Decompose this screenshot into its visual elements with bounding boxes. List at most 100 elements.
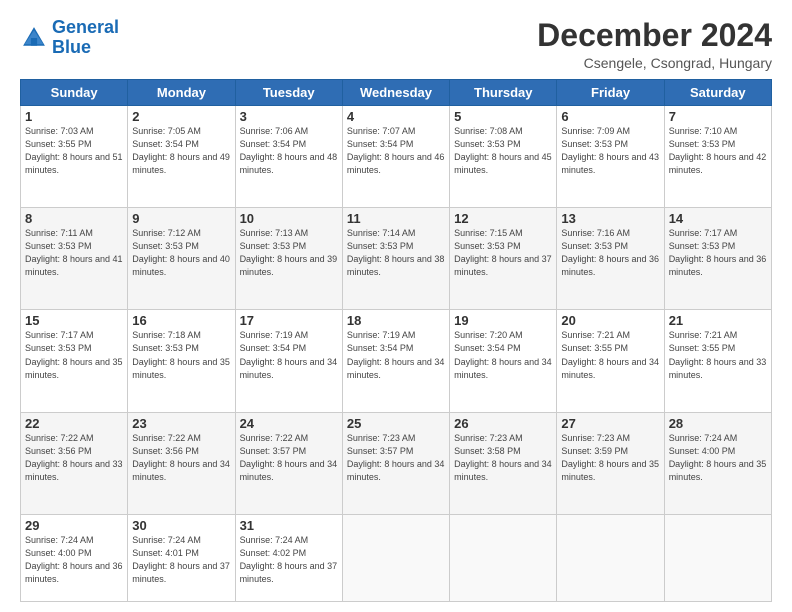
calendar-cell: 12 Sunrise: 7:15 AM Sunset: 3:53 PM Dayl… <box>450 208 557 310</box>
calendar-cell <box>450 514 557 601</box>
calendar-cell: 2 Sunrise: 7:05 AM Sunset: 3:54 PM Dayli… <box>128 106 235 208</box>
header-sunday: Sunday <box>21 80 128 106</box>
day-number: 30 <box>132 518 230 533</box>
calendar-cell: 13 Sunrise: 7:16 AM Sunset: 3:53 PM Dayl… <box>557 208 664 310</box>
day-number: 20 <box>561 313 659 328</box>
location: Csengele, Csongrad, Hungary <box>537 55 772 71</box>
calendar-cell: 26 Sunrise: 7:23 AM Sunset: 3:58 PM Dayl… <box>450 412 557 514</box>
calendar-cell <box>342 514 449 601</box>
calendar-cell: 6 Sunrise: 7:09 AM Sunset: 3:53 PM Dayli… <box>557 106 664 208</box>
logo-icon <box>20 24 48 52</box>
calendar-cell: 20 Sunrise: 7:21 AM Sunset: 3:55 PM Dayl… <box>557 310 664 412</box>
calendar-cell: 1 Sunrise: 7:03 AM Sunset: 3:55 PM Dayli… <box>21 106 128 208</box>
calendar-table: Sunday Monday Tuesday Wednesday Thursday… <box>20 79 772 602</box>
calendar-header-row: Sunday Monday Tuesday Wednesday Thursday… <box>21 80 772 106</box>
day-info: Sunrise: 7:14 AM Sunset: 3:53 PM Dayligh… <box>347 227 445 279</box>
calendar-cell: 22 Sunrise: 7:22 AM Sunset: 3:56 PM Dayl… <box>21 412 128 514</box>
day-info: Sunrise: 7:24 AM Sunset: 4:02 PM Dayligh… <box>240 534 338 586</box>
calendar-cell: 24 Sunrise: 7:22 AM Sunset: 3:57 PM Dayl… <box>235 412 342 514</box>
header-thursday: Thursday <box>450 80 557 106</box>
day-info: Sunrise: 7:17 AM Sunset: 3:53 PM Dayligh… <box>669 227 767 279</box>
day-number: 2 <box>132 109 230 124</box>
day-number: 9 <box>132 211 230 226</box>
day-info: Sunrise: 7:09 AM Sunset: 3:53 PM Dayligh… <box>561 125 659 177</box>
day-number: 26 <box>454 416 552 431</box>
day-info: Sunrise: 7:24 AM Sunset: 4:01 PM Dayligh… <box>132 534 230 586</box>
day-info: Sunrise: 7:24 AM Sunset: 4:00 PM Dayligh… <box>669 432 767 484</box>
day-number: 19 <box>454 313 552 328</box>
day-number: 4 <box>347 109 445 124</box>
calendar-cell <box>664 514 771 601</box>
day-number: 14 <box>669 211 767 226</box>
day-info: Sunrise: 7:03 AM Sunset: 3:55 PM Dayligh… <box>25 125 123 177</box>
day-number: 3 <box>240 109 338 124</box>
page: General Blue December 2024 Csengele, Cso… <box>0 0 792 612</box>
day-number: 18 <box>347 313 445 328</box>
day-number: 13 <box>561 211 659 226</box>
day-number: 7 <box>669 109 767 124</box>
day-number: 21 <box>669 313 767 328</box>
day-number: 31 <box>240 518 338 533</box>
calendar-cell <box>557 514 664 601</box>
day-info: Sunrise: 7:15 AM Sunset: 3:53 PM Dayligh… <box>454 227 552 279</box>
day-number: 6 <box>561 109 659 124</box>
day-info: Sunrise: 7:11 AM Sunset: 3:53 PM Dayligh… <box>25 227 123 279</box>
day-info: Sunrise: 7:06 AM Sunset: 3:54 PM Dayligh… <box>240 125 338 177</box>
day-number: 24 <box>240 416 338 431</box>
calendar-cell: 3 Sunrise: 7:06 AM Sunset: 3:54 PM Dayli… <box>235 106 342 208</box>
day-number: 12 <box>454 211 552 226</box>
calendar-cell: 10 Sunrise: 7:13 AM Sunset: 3:53 PM Dayl… <box>235 208 342 310</box>
calendar-cell: 15 Sunrise: 7:17 AM Sunset: 3:53 PM Dayl… <box>21 310 128 412</box>
day-info: Sunrise: 7:23 AM Sunset: 3:59 PM Dayligh… <box>561 432 659 484</box>
day-info: Sunrise: 7:10 AM Sunset: 3:53 PM Dayligh… <box>669 125 767 177</box>
day-number: 25 <box>347 416 445 431</box>
logo-text: General Blue <box>52 18 119 58</box>
calendar-cell: 29 Sunrise: 7:24 AM Sunset: 4:00 PM Dayl… <box>21 514 128 601</box>
day-info: Sunrise: 7:21 AM Sunset: 3:55 PM Dayligh… <box>561 329 659 381</box>
calendar-cell: 18 Sunrise: 7:19 AM Sunset: 3:54 PM Dayl… <box>342 310 449 412</box>
calendar-cell: 5 Sunrise: 7:08 AM Sunset: 3:53 PM Dayli… <box>450 106 557 208</box>
day-number: 16 <box>132 313 230 328</box>
header-friday: Friday <box>557 80 664 106</box>
day-info: Sunrise: 7:24 AM Sunset: 4:00 PM Dayligh… <box>25 534 123 586</box>
day-number: 29 <box>25 518 123 533</box>
day-info: Sunrise: 7:12 AM Sunset: 3:53 PM Dayligh… <box>132 227 230 279</box>
day-info: Sunrise: 7:18 AM Sunset: 3:53 PM Dayligh… <box>132 329 230 381</box>
day-number: 23 <box>132 416 230 431</box>
calendar-cell: 9 Sunrise: 7:12 AM Sunset: 3:53 PM Dayli… <box>128 208 235 310</box>
day-number: 8 <box>25 211 123 226</box>
header-saturday: Saturday <box>664 80 771 106</box>
calendar-cell: 31 Sunrise: 7:24 AM Sunset: 4:02 PM Dayl… <box>235 514 342 601</box>
day-info: Sunrise: 7:23 AM Sunset: 3:58 PM Dayligh… <box>454 432 552 484</box>
calendar-cell: 30 Sunrise: 7:24 AM Sunset: 4:01 PM Dayl… <box>128 514 235 601</box>
day-info: Sunrise: 7:07 AM Sunset: 3:54 PM Dayligh… <box>347 125 445 177</box>
day-number: 11 <box>347 211 445 226</box>
calendar-cell: 21 Sunrise: 7:21 AM Sunset: 3:55 PM Dayl… <box>664 310 771 412</box>
day-info: Sunrise: 7:23 AM Sunset: 3:57 PM Dayligh… <box>347 432 445 484</box>
day-number: 5 <box>454 109 552 124</box>
day-number: 28 <box>669 416 767 431</box>
calendar-cell: 23 Sunrise: 7:22 AM Sunset: 3:56 PM Dayl… <box>128 412 235 514</box>
day-info: Sunrise: 7:13 AM Sunset: 3:53 PM Dayligh… <box>240 227 338 279</box>
calendar-cell: 25 Sunrise: 7:23 AM Sunset: 3:57 PM Dayl… <box>342 412 449 514</box>
day-info: Sunrise: 7:22 AM Sunset: 3:56 PM Dayligh… <box>132 432 230 484</box>
calendar-cell: 27 Sunrise: 7:23 AM Sunset: 3:59 PM Dayl… <box>557 412 664 514</box>
day-info: Sunrise: 7:20 AM Sunset: 3:54 PM Dayligh… <box>454 329 552 381</box>
day-info: Sunrise: 7:17 AM Sunset: 3:53 PM Dayligh… <box>25 329 123 381</box>
day-number: 17 <box>240 313 338 328</box>
day-number: 22 <box>25 416 123 431</box>
header-monday: Monday <box>128 80 235 106</box>
title-block: December 2024 Csengele, Csongrad, Hungar… <box>537 18 772 71</box>
calendar-cell: 14 Sunrise: 7:17 AM Sunset: 3:53 PM Dayl… <box>664 208 771 310</box>
day-info: Sunrise: 7:22 AM Sunset: 3:57 PM Dayligh… <box>240 432 338 484</box>
day-info: Sunrise: 7:22 AM Sunset: 3:56 PM Dayligh… <box>25 432 123 484</box>
month-title: December 2024 <box>537 18 772 53</box>
day-info: Sunrise: 7:19 AM Sunset: 3:54 PM Dayligh… <box>347 329 445 381</box>
calendar-cell: 28 Sunrise: 7:24 AM Sunset: 4:00 PM Dayl… <box>664 412 771 514</box>
day-info: Sunrise: 7:08 AM Sunset: 3:53 PM Dayligh… <box>454 125 552 177</box>
calendar-cell: 16 Sunrise: 7:18 AM Sunset: 3:53 PM Dayl… <box>128 310 235 412</box>
day-info: Sunrise: 7:19 AM Sunset: 3:54 PM Dayligh… <box>240 329 338 381</box>
header: General Blue December 2024 Csengele, Cso… <box>20 18 772 71</box>
calendar-cell: 7 Sunrise: 7:10 AM Sunset: 3:53 PM Dayli… <box>664 106 771 208</box>
header-tuesday: Tuesday <box>235 80 342 106</box>
